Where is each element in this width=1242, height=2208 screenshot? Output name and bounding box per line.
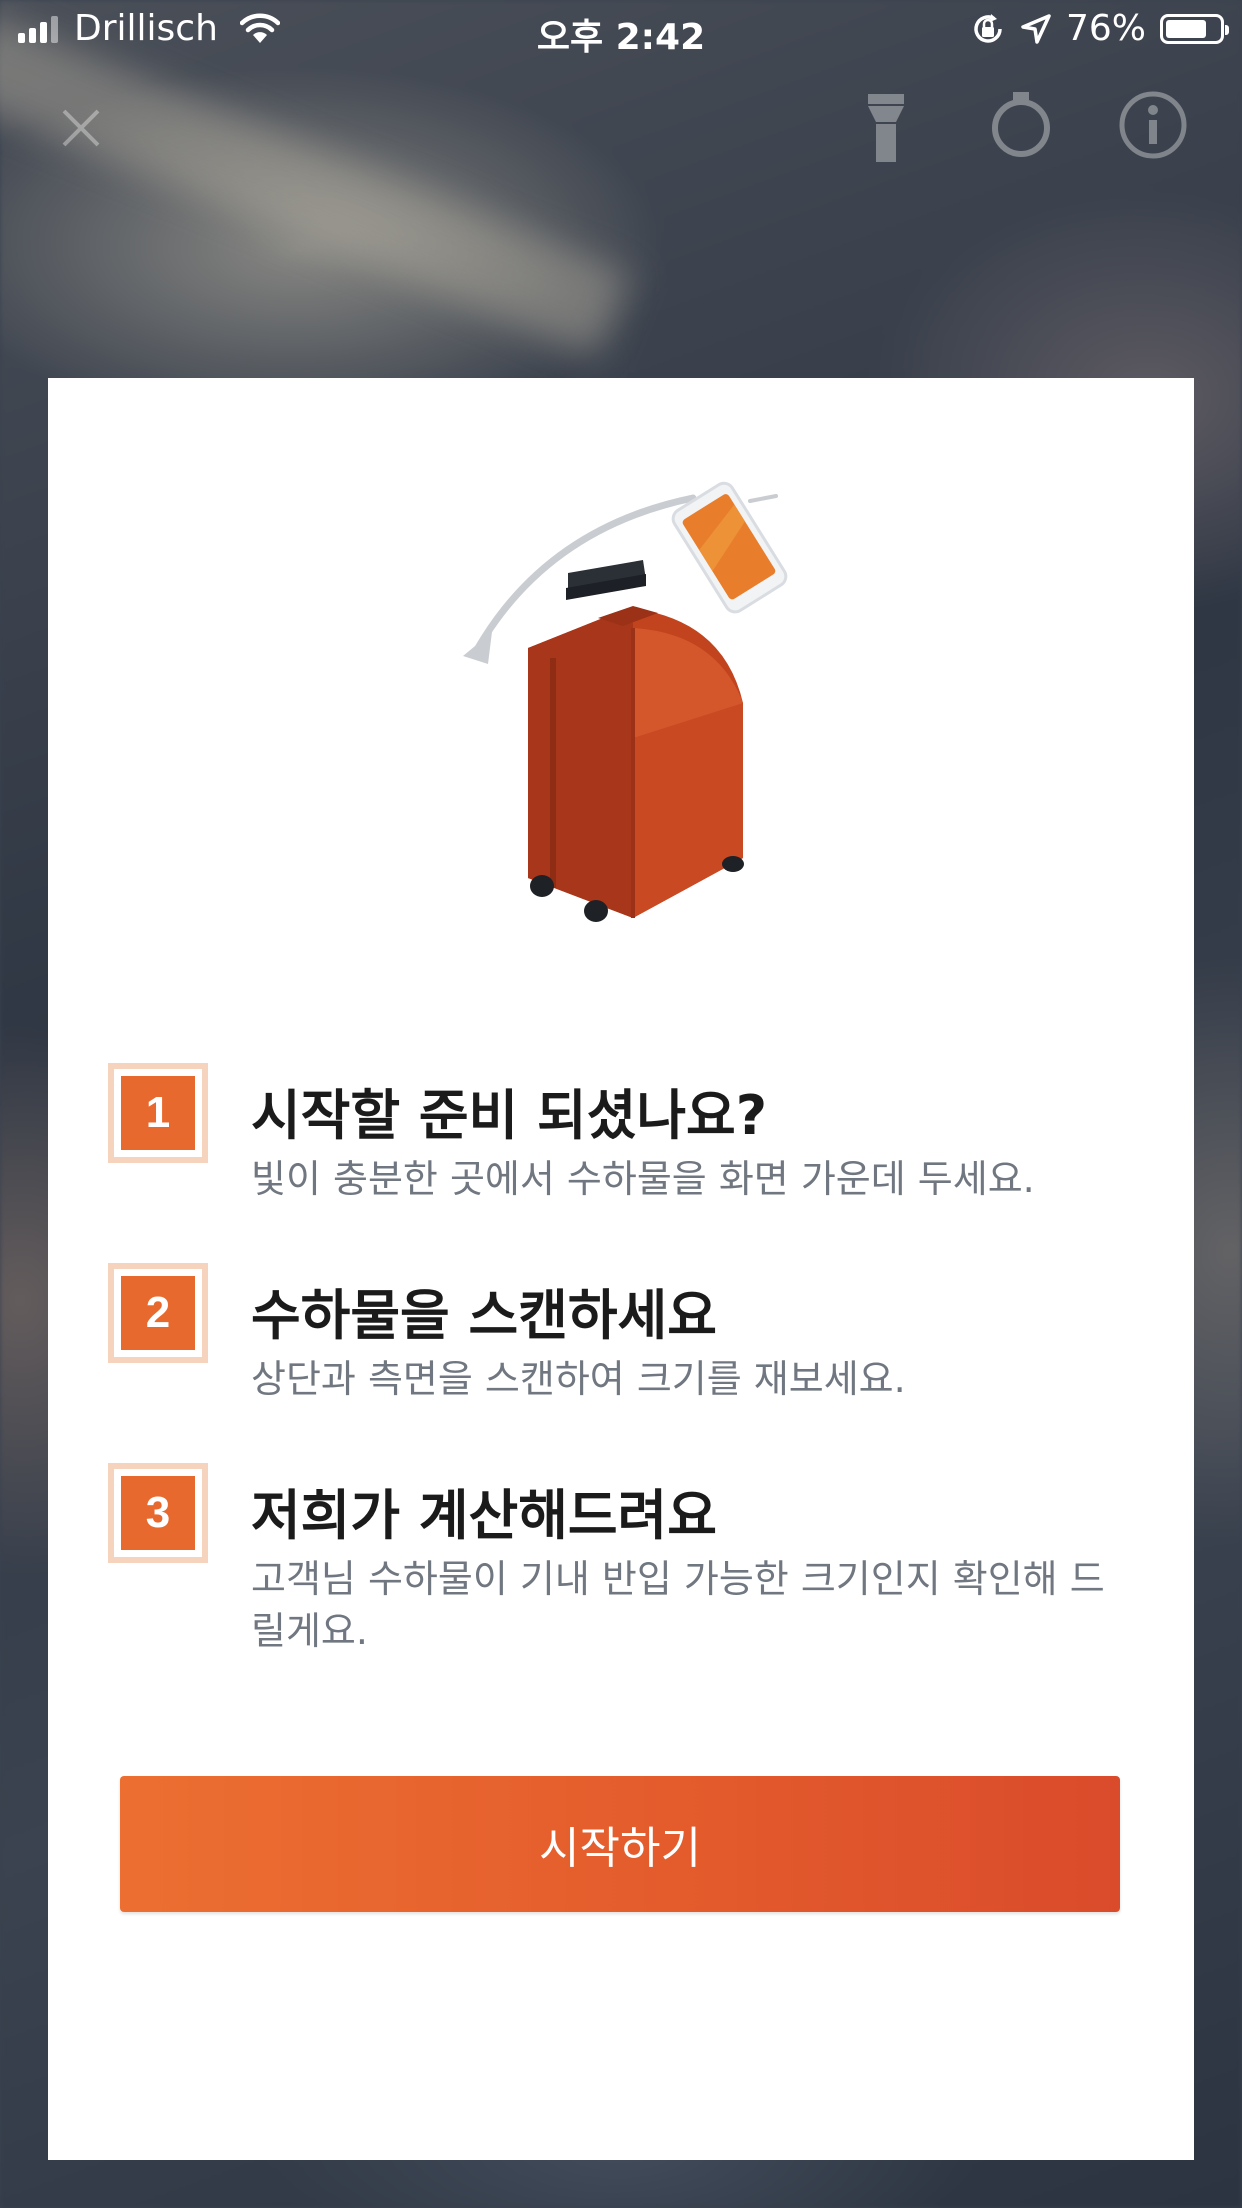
info-icon[interactable]: [1118, 90, 1188, 160]
start-button[interactable]: 시작하기: [120, 1776, 1120, 1912]
step-number: 2: [121, 1276, 195, 1350]
step-title: 수하물을 스캔하세요: [251, 1284, 717, 1347]
step-description: 상단과 측면을 스캔하여 크기를 재보세요.: [251, 1357, 906, 1401]
orientation-lock-icon: [974, 13, 1002, 43]
step-number-badge: 2: [108, 1263, 208, 1363]
step-number: 3: [121, 1476, 195, 1550]
battery-icon: [1160, 13, 1229, 44]
onboarding-modal: 1 시작할 준비 되셨나요? 빛이 충분한 곳에서 수하물을 화면 가운데 두세…: [48, 378, 1194, 2160]
camera-screen: Drillisch 오후 2:42 76% 1 시작할 준비 되셨나요? 빛이 …: [0, 0, 1242, 2208]
step-number-badge: 3: [108, 1463, 208, 1563]
step-description: 고객님 수하물이 기내 반입 가능한 크기인지 확인해 드릴게요.: [251, 1557, 1105, 1653]
battery-level-fill: [1166, 19, 1206, 38]
step-description: 빛이 충분한 곳에서 수하물을 화면 가운데 두세요.: [251, 1157, 1035, 1201]
step-title: 시작할 준비 되셨나요?: [251, 1084, 768, 1147]
step-number-badge: 1: [108, 1063, 208, 1163]
location-arrow-icon: [1021, 13, 1051, 44]
timer-icon[interactable]: [988, 90, 1054, 160]
step-number: 1: [121, 1076, 195, 1150]
battery-percentage: 76%: [1065, 8, 1146, 49]
step-title: 저희가 계산해드려요: [251, 1484, 717, 1547]
suitcase-scan-illustration: [463, 481, 788, 922]
status-bar: Drillisch 오후 2:42 76%: [0, 0, 1242, 62]
close-icon[interactable]: [58, 105, 104, 151]
flashlight-icon[interactable]: [866, 92, 906, 164]
